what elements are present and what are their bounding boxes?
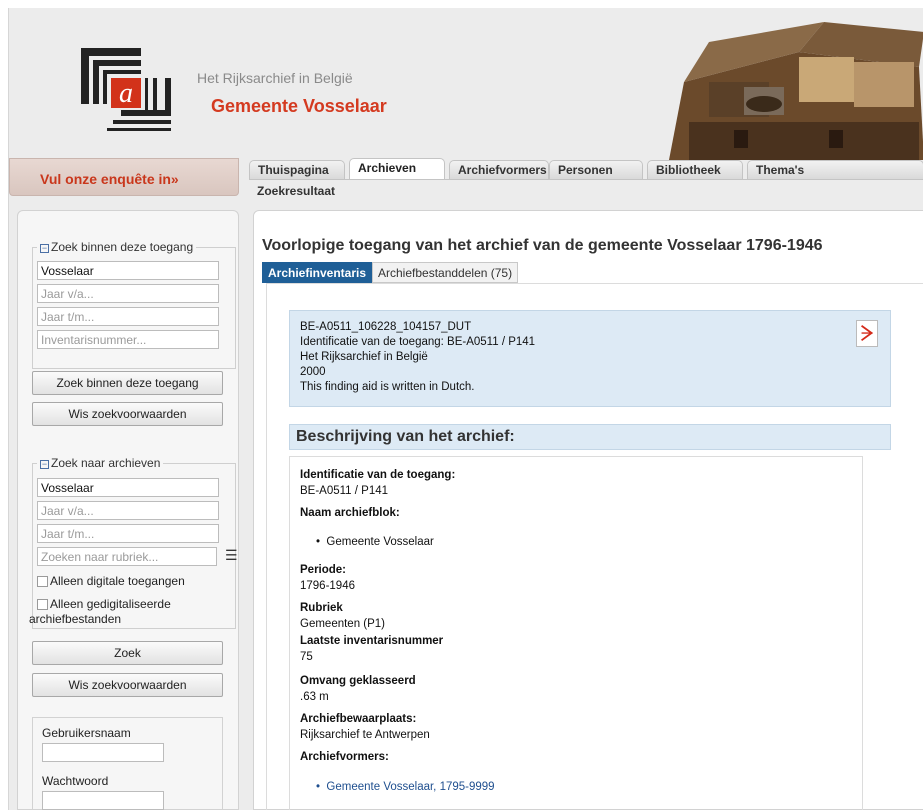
label-identification: Identificatie van de toegang: [300,469,456,481]
login-box: Gebruikersnaam Wachtwoord [32,717,223,810]
clear-within-button[interactable]: Wis zoekvoorwaarden [32,402,223,426]
label-creators: Archiefvormers: [300,751,389,763]
id-code: BE-A0511_106228_104157_DUT [300,321,472,333]
search-within-inventory-input[interactable] [37,330,219,349]
breadcrumb: Zoekresultaat [257,184,336,198]
tab-archiefvormers[interactable]: Archiefvormers [449,160,549,180]
tab-themas[interactable]: Thema's [747,160,923,180]
search-archives-button[interactable]: Zoek [32,641,223,665]
clear-archives-button[interactable]: Wis zoekvoorwaarden [32,673,223,697]
search-within-year-to-input[interactable] [37,307,219,326]
checkbox-digitized[interactable] [37,599,48,610]
username-label: Gebruikersnaam [42,726,131,740]
id-year: 2000 [300,366,326,378]
label-last-inventory: Laatste inventarisnummer [300,635,444,647]
tab-archiefbestanddelen[interactable]: Archiefbestanddelen (75) [372,262,519,283]
archives-year-to-input[interactable] [37,524,219,543]
search-within-button[interactable]: Zoek binnen deze toegang [32,371,223,395]
tabs-divider [249,179,923,180]
checkbox-digital-row[interactable]: Alleen digitale toegangen [37,574,185,589]
checkbox-digital[interactable] [37,576,48,587]
fieldset-search-within: − Zoek binnen deze toegang [32,240,236,369]
id-institution: Het Rijksarchief in België [300,351,428,363]
page: a Het Rijksarchief in België Gemeente Vo… [8,8,923,810]
rijksarchief-logo-icon[interactable]: a [81,48,173,136]
collapse-icon[interactable]: − [40,244,49,253]
username-input[interactable] [42,743,164,762]
archive-chest-photo [649,12,923,160]
collapse-icon[interactable]: − [40,460,49,469]
search-within-term-input[interactable] [37,261,219,280]
tab-bibliotheek[interactable]: Bibliotheek [647,160,743,180]
legend-search-within[interactable]: − Zoek binnen deze toegang [37,240,197,254]
pdf-icon[interactable] [856,320,878,347]
svg-text:a: a [119,78,133,109]
creator-link[interactable]: • Gemeente Vosselaar, 1795-9999 [316,781,495,793]
section-title: Beschrijving van het archief: [296,428,515,445]
archives-year-from-input[interactable] [37,501,219,520]
label-archive-block: Naam archiefblok: [300,507,400,519]
legend-search-archives[interactable]: − Zoek naar archieven [37,456,164,470]
survey-link[interactable]: Vul onze enquête in» [40,171,179,187]
id-language: This finding aid is written in Dutch. [300,381,475,393]
main-nav-tabs: Thuispagina Archieven Archiefvormers Per… [249,158,923,180]
identification-box: BE-A0511_106228_104157_DUT Identificatie… [289,310,891,407]
tab-thuispagina[interactable]: Thuispagina [249,160,345,180]
archives-term-input[interactable] [37,478,219,497]
value-identification: BE-A0511 / P141 [300,485,389,497]
value-repository: Rijksarchief te Antwerpen [300,729,430,741]
page-title: Voorlopige toegang van het archief van d… [262,237,823,254]
archives-rubric-input[interactable] [37,547,217,566]
label-rubric: Rubriek [300,602,343,614]
list-item-archive-block: • Gemeente Vosselaar [316,536,434,548]
tab-archiefinventaris[interactable]: Archiefinventaris [262,262,373,283]
brand-title[interactable]: Gemeente Vosselaar [211,96,387,117]
password-input[interactable] [42,791,164,810]
fieldset-search-archives: −Zoek naar archieven ☰ Alleen digitale t… [29,456,238,629]
sidebar: −Zoek binnen deze toegang Zoek binnen de… [17,210,239,810]
checkbox-digitized-row[interactable]: Alleen gedigitaliseerde archiefbestanden [29,597,171,627]
id-identification: Identificatie van de toegang: BE-A0511 /… [300,336,536,348]
main-content: Voorlopige toegang van het archief van d… [253,210,923,810]
header: a Het Rijksarchief in België Gemeente Vo… [9,8,923,160]
tab-personen[interactable]: Personen [549,160,643,180]
label-period: Periode: [300,564,347,576]
label-extent: Omvang geklasseerd [300,675,416,687]
description-box: Identificatie van de toegang: BE-A0511 /… [289,456,863,810]
value-extent: .63 m [300,691,329,703]
tab-archieven[interactable]: Archieven [349,158,445,180]
password-label: Wachtwoord [42,774,109,788]
label-repository: Archiefbewaarplaats: [300,713,417,725]
value-rubric: Gemeenten (P1) [300,618,386,630]
survey-banner[interactable]: Vul onze enquête in» [9,158,239,196]
value-period: 1796-1946 [300,580,355,592]
brand-subtitle: Het Rijksarchief in België [197,70,353,86]
value-last-inventory: 75 [300,651,313,663]
section-header-description: Beschrijving van het archief: [289,424,891,450]
rubric-list-icon[interactable]: ☰ [225,547,238,564]
search-within-year-from-input[interactable] [37,284,219,303]
inventory-panel: BE-A0511_106228_104157_DUT Identificatie… [266,283,923,810]
